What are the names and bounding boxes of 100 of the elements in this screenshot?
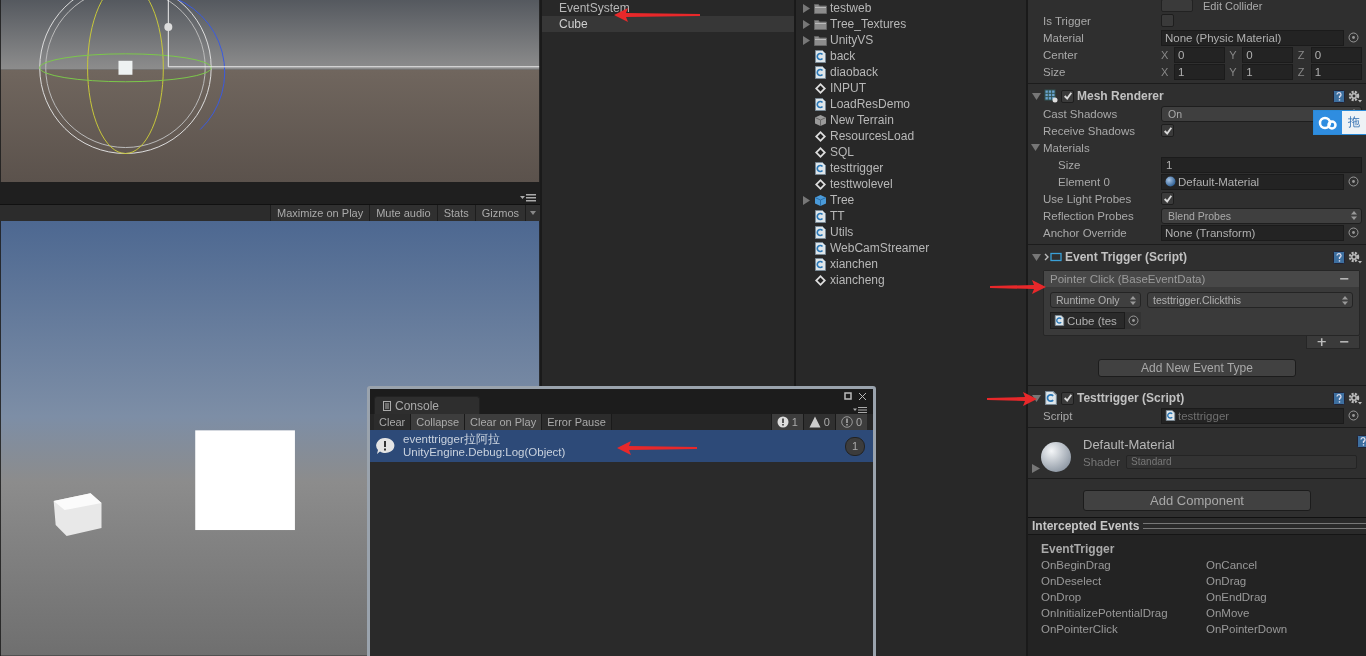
project-item[interactable]: WebCamStreamer xyxy=(830,241,930,255)
hierarchy-item[interactable]: EventSystem xyxy=(542,0,794,16)
object-picker-icon[interactable] xyxy=(1348,176,1359,187)
project-item[interactable]: INPUT xyxy=(830,81,866,95)
object-field[interactable]: None (Physic Material) xyxy=(1161,29,1344,46)
foldout-label[interactable]: Materials xyxy=(1043,141,1090,154)
document-icon xyxy=(383,400,391,411)
project-item[interactable]: TT xyxy=(830,209,845,223)
close-icon[interactable] xyxy=(858,392,867,401)
checkbox[interactable] xyxy=(1061,89,1074,103)
help-icon[interactable] xyxy=(1333,89,1345,103)
expand-triangle-icon[interactable] xyxy=(802,195,811,205)
event-type-label: Pointer Click (BaseEventData) xyxy=(1050,273,1206,285)
mesh-grid-icon xyxy=(1044,89,1058,103)
event-name: OnDeselect xyxy=(1041,574,1103,589)
toolbar-button[interactable]: Clear xyxy=(374,414,412,430)
checkbox[interactable] xyxy=(1161,124,1174,137)
number-field[interactable]: 0 xyxy=(1242,46,1294,63)
object-picker-icon[interactable] xyxy=(1348,410,1359,421)
add-component-button[interactable]: Add Component xyxy=(1083,490,1311,511)
remove-button[interactable]: − xyxy=(1336,336,1353,348)
checkbox[interactable] xyxy=(1161,14,1174,27)
fold-triangle-icon[interactable] xyxy=(1032,252,1041,262)
dropdown[interactable]: testtrigger.Clickthis xyxy=(1147,292,1353,308)
settings-icon[interactable] xyxy=(1348,89,1362,103)
object-field[interactable]: Default-Material xyxy=(1161,173,1344,190)
help-icon[interactable] xyxy=(1333,391,1345,405)
toolbar-button[interactable]: Clear on Play xyxy=(465,414,543,430)
dropdown[interactable]: Blend Probes xyxy=(1161,207,1362,224)
edit-collider-label: Edit Collider xyxy=(1203,1,1263,12)
project-item[interactable]: xianchen xyxy=(830,257,879,271)
counter-toggle[interactable]: 1 xyxy=(770,414,803,430)
expand-triangle-icon[interactable] xyxy=(1032,464,1040,473)
toolbar-button[interactable]: Stats xyxy=(436,205,475,222)
object-field[interactable]: None (Transform) xyxy=(1161,224,1344,241)
axis-label: Z xyxy=(1297,65,1306,78)
toolbar-button[interactable]: Maximize on Play xyxy=(270,205,370,222)
toolbar-button[interactable]: Collapse xyxy=(411,414,466,430)
console-tab[interactable]: Console xyxy=(374,396,480,414)
maximize-icon[interactable] xyxy=(844,392,852,400)
class-name: EventTrigger xyxy=(1041,541,1116,557)
fold-triangle-icon[interactable] xyxy=(1031,143,1040,152)
caret-icon[interactable] xyxy=(530,211,536,216)
help-icon[interactable] xyxy=(1333,250,1345,264)
toolbar-button[interactable]: Gizmos xyxy=(474,205,525,222)
script-file-icon xyxy=(1054,315,1065,326)
project-item[interactable]: New Terrain xyxy=(830,113,894,127)
project-item[interactable]: testtwolevel xyxy=(830,177,893,191)
number-field[interactable]: 0 xyxy=(1310,46,1362,63)
fold-triangle-icon[interactable] xyxy=(1032,91,1041,101)
menu-icon[interactable] xyxy=(853,407,867,413)
component-title: Testtrigger (Script) xyxy=(1077,391,1186,405)
object-picker-icon[interactable] xyxy=(1348,32,1359,43)
sphere-icon xyxy=(1165,176,1176,187)
dropdown[interactable]: Runtime Only xyxy=(1050,292,1141,308)
help-icon[interactable] xyxy=(1357,435,1366,448)
project-item[interactable]: Tree_Textures xyxy=(830,17,907,31)
project-item[interactable]: testweb xyxy=(830,1,872,15)
toolbar-button[interactable]: Error Pause xyxy=(542,414,612,430)
project-item[interactable]: LoadResDemo xyxy=(830,97,911,111)
project-item[interactable]: Tree xyxy=(830,193,855,207)
project-item[interactable]: testtrigger xyxy=(830,161,884,175)
project-item[interactable]: Utils xyxy=(830,225,854,239)
folder-icon xyxy=(814,18,827,30)
event-name: OnDrag xyxy=(1206,574,1248,589)
project-item[interactable]: UnityVS xyxy=(830,33,874,47)
toolbar-button[interactable]: Mute audio xyxy=(369,205,437,222)
warning-icon xyxy=(808,416,821,428)
number-field[interactable]: 1 xyxy=(1161,156,1362,173)
checkbox[interactable] xyxy=(1161,192,1174,205)
project-item[interactable]: diaoback xyxy=(830,65,879,79)
counter-toggle[interactable]: 0 xyxy=(834,414,867,430)
field-label: Receive Shadows xyxy=(1043,124,1137,137)
drag-share-toast[interactable]: 拖 xyxy=(1313,110,1366,135)
add-event-type-button[interactable]: Add New Event Type xyxy=(1098,359,1296,377)
menu-icon[interactable] xyxy=(520,194,536,203)
number-field[interactable]: 1 xyxy=(1310,63,1362,80)
checkbox[interactable] xyxy=(1061,391,1074,405)
field-label: Anchor Override xyxy=(1043,226,1128,239)
counter-toggle[interactable]: 0 xyxy=(802,414,835,430)
settings-icon[interactable] xyxy=(1348,391,1362,405)
log-entry[interactable]: eventtrigger拉阿拉 UnityEngine.Debug:Log(Object) 1 xyxy=(370,430,873,462)
project-item[interactable]: SQL xyxy=(830,145,854,159)
number-field[interactable]: 1 xyxy=(1174,63,1225,80)
remove-event-button[interactable]: − xyxy=(1336,273,1353,285)
object-picker-icon[interactable] xyxy=(1127,315,1139,326)
settings-icon[interactable] xyxy=(1348,250,1362,264)
object-field[interactable]: Cube (tes xyxy=(1050,312,1125,329)
hierarchy-item[interactable]: Cube xyxy=(542,16,794,32)
event-name: OnPointerDown xyxy=(1206,622,1289,637)
number-field[interactable]: 1 xyxy=(1242,63,1294,80)
add-button[interactable]: + xyxy=(1313,336,1331,348)
event-name: OnBeginDrag xyxy=(1041,558,1112,573)
project-item[interactable]: ResourcesLoad xyxy=(830,129,915,143)
number-field[interactable]: 0 xyxy=(1174,46,1225,63)
project-item[interactable]: back xyxy=(830,49,856,63)
script-file-icon xyxy=(814,161,827,175)
transform-gizmo-drawing[interactable] xyxy=(39,0,540,154)
project-item[interactable]: xiancheng xyxy=(830,273,885,287)
object-picker-icon[interactable] xyxy=(1348,227,1359,238)
